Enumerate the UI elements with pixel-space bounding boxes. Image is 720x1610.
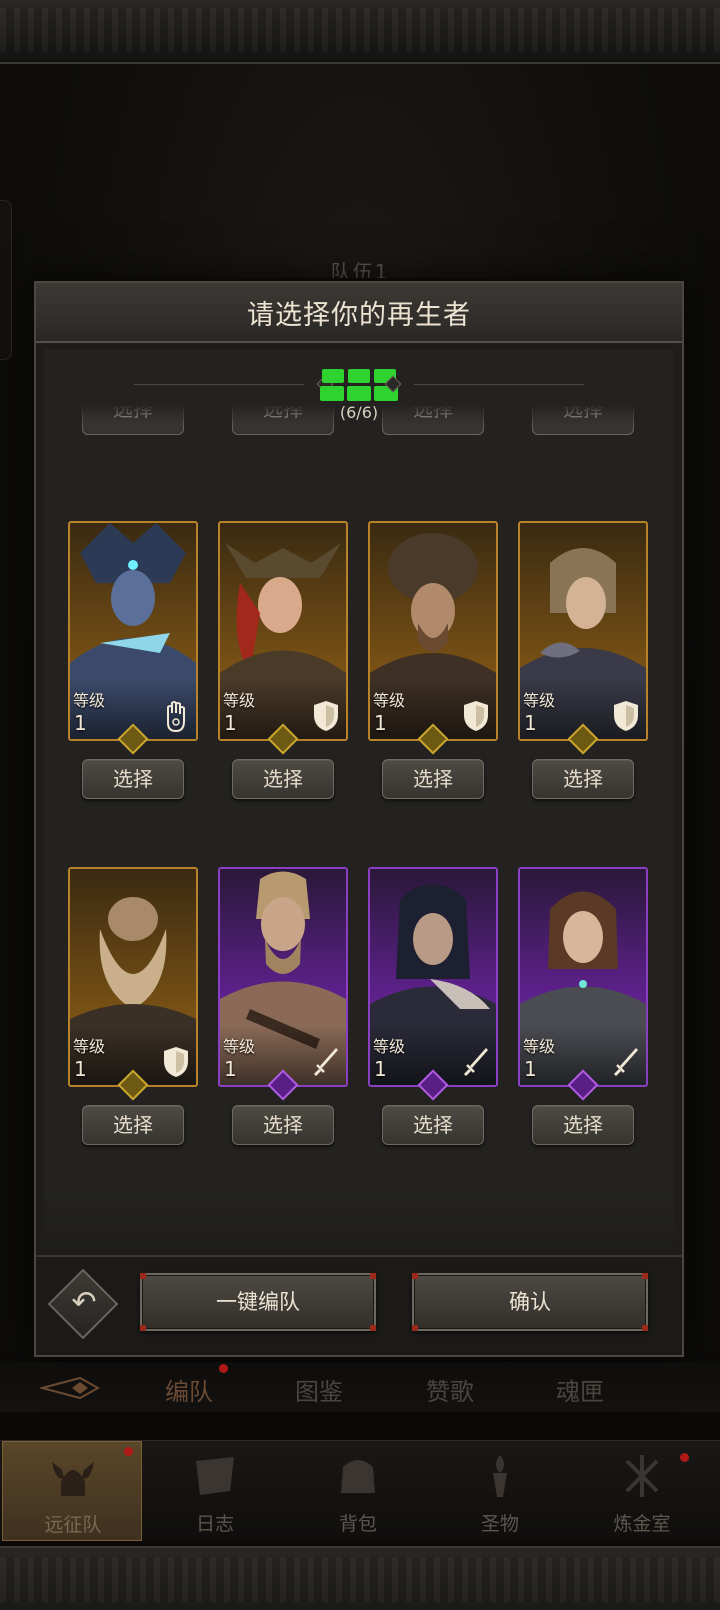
dialog-footer: ↶ 一键编队 确认 [36,1255,682,1355]
nav-alchemy[interactable]: 炼金室 [572,1441,712,1541]
sword-icon [463,1048,488,1077]
hero-card[interactable]: 等级 1 [518,867,648,1087]
hero-card[interactable]: 等级 1 [368,867,498,1087]
select-button[interactable]: 选择 [532,1105,634,1145]
select-button[interactable]: 选择 [382,1105,484,1145]
level-value: 1 [224,1057,237,1081]
nav-relics[interactable]: 圣物 [430,1441,570,1541]
notification-dot [124,1447,133,1456]
scroll-map-icon [196,1457,234,1495]
level-label: 等级 [73,1037,106,1056]
shield-icon [164,1047,188,1077]
tab-hymns[interactable]: 赞歌 [426,1372,474,1407]
level-value: 1 [224,711,237,735]
level-label: 等级 [373,1037,406,1056]
select-button[interactable]: 选择 [82,1105,184,1145]
nav-journal[interactable]: 日志 [145,1441,285,1541]
bottom-nav: 远征队 日志 背包 圣物 炼金室 [0,1440,720,1541]
backpack-icon [341,1460,375,1493]
back-arrow-icon[interactable] [40,1374,100,1402]
select-button[interactable]: 选择 [382,759,484,799]
select-button[interactable]: 选择 [532,759,634,799]
hero-grid: 选择 选择 选择 选择 等级 1 [44,349,674,1253]
select-button[interactable]: 选择 [232,1105,334,1145]
tab-soul-box[interactable]: 魂匣 [556,1372,604,1407]
shield-icon [614,701,638,731]
level-value: 1 [524,1057,537,1081]
bottom-ornament-frame [0,1546,720,1610]
dialog-header: 请选择你的再生者 [36,283,682,343]
confirm-button[interactable]: 确认 [412,1273,648,1331]
level-label: 等级 [223,691,256,710]
select-button[interactable]: 选择 [82,759,184,799]
level-value: 1 [374,711,387,735]
tab-codex[interactable]: 图鉴 [295,1372,343,1407]
dialog-title: 请选择你的再生者 [247,299,471,331]
hero-card[interactable]: 等级 1 [218,521,348,741]
hero-card[interactable]: 等级 1 [518,521,648,741]
team-slot-counter: (6/6) [44,349,674,429]
hero-card[interactable]: 等级 1 [218,867,348,1087]
level-label: 等级 [523,1037,556,1056]
hero-card[interactable]: 等级 1 [68,521,198,741]
level-label: 等级 [73,691,106,710]
hero-card[interactable]: 等级 1 [68,867,198,1087]
shield-icon [464,701,488,731]
level-label: 等级 [223,1037,256,1056]
notification-dot [219,1364,228,1373]
hero-card[interactable]: 等级 1 [368,521,498,741]
undo-icon: ↶ [71,1285,97,1320]
hand-palm-icon [167,701,185,733]
level-label: 等级 [373,691,406,710]
hero-select-dialog: 请选择你的再生者 选择 选择 选择 选择 等级 1 [34,281,684,1357]
level-value: 1 [74,1057,87,1081]
sub-tab-bar: 编队 图鉴 赞歌 魂匣 [0,1362,720,1412]
top-ornament-frame [0,0,720,64]
sword-icon [613,1048,638,1077]
nav-backpack[interactable]: 背包 [288,1441,428,1541]
auto-team-button[interactable]: 一键编队 [140,1273,376,1331]
level-value: 1 [524,711,537,735]
shield-icon [314,701,338,731]
hero-scroll-area[interactable]: 选择 选择 选择 选择 等级 1 [44,349,674,1253]
level-value: 1 [374,1057,387,1081]
level-label: 等级 [523,691,556,710]
level-value: 1 [74,711,87,735]
viking-helmet-icon [52,1462,94,1496]
nav-expedition[interactable]: 远征队 [2,1441,142,1541]
alchemy-rune-icon [625,1455,659,1497]
team-count-text: (6/6) [339,403,379,422]
torch-icon [493,1455,507,1497]
sword-icon [313,1048,338,1077]
select-button[interactable]: 选择 [232,759,334,799]
tab-formation[interactable]: 编队 [165,1372,213,1407]
